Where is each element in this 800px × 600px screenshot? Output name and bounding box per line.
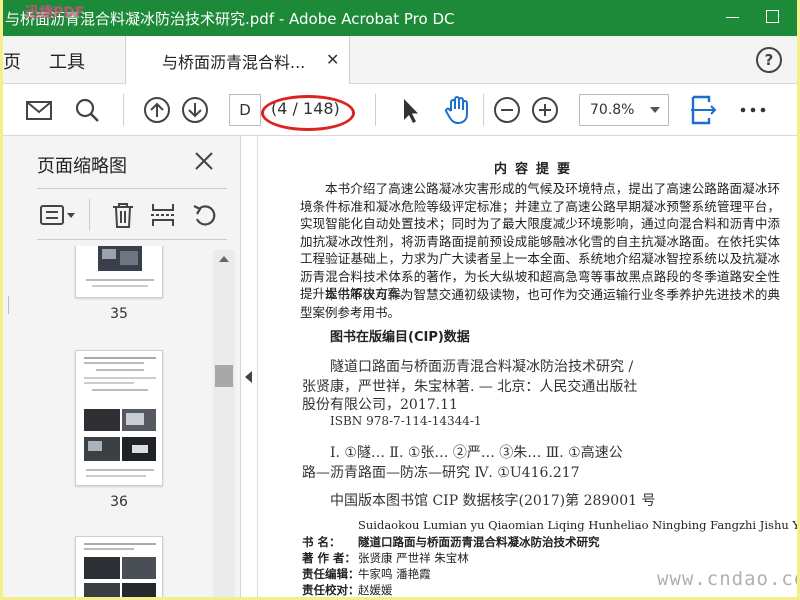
title-bar: 与桥面沥青混合料凝冰防治技术研究.pdf - Adobe Acrobat Pro… — [3, 0, 797, 36]
meta-label: 责任校对： — [302, 583, 360, 597]
collapse-panel-icon[interactable] — [245, 371, 252, 383]
highlight-ellipse — [261, 95, 355, 131]
panel-title: 页面缩略图 — [37, 156, 127, 177]
options-menu-icon[interactable] — [39, 203, 79, 231]
page-thumbnails-panel: 页面缩略图 35 36 — [3, 136, 241, 597]
summary-paragraph: 本书介绍了高速公路凝冰灾害形成的气候及环境特点，提出了高速公路路面凝冰环境条件标… — [300, 181, 780, 301]
meta-label: 书 名： — [302, 535, 341, 549]
zoom-in-icon[interactable] — [529, 94, 561, 126]
thumbnail-page-number: 36 — [110, 494, 128, 510]
thumbnail-page-number: 35 — [110, 306, 128, 322]
zoom-select[interactable]: 70.8% — [579, 94, 669, 126]
page-heading: 内容提要 — [494, 162, 579, 177]
meta-label: 责任编辑： — [302, 567, 360, 581]
logo-watermark: 迅捷PDF — [25, 5, 85, 21]
meta-label: 著 作 者： — [302, 551, 357, 565]
mail-icon[interactable] — [23, 94, 55, 126]
select-arrow-icon[interactable] — [393, 94, 425, 126]
meta-row: 责任编辑：牛家鸣 潘艳霞 — [302, 566, 431, 582]
cip-line: 张贤康，严世祥，朱宝林著. — 北京：人民交通出版社 — [302, 379, 638, 395]
thumbnail-scrollbar[interactable] — [213, 250, 235, 597]
tab-document-label: 与桥面沥青混合料... — [162, 53, 306, 72]
page-number-input[interactable]: D — [229, 94, 261, 126]
summary-paragraph: 本书不仅可作为智慧交通初级读物，也可作为交通运输行业冬季养护先进技术的典型案例参… — [300, 287, 780, 320]
fit-page-icon[interactable] — [687, 94, 719, 126]
tab-home[interactable]: 页 — [3, 48, 21, 74]
search-icon[interactable] — [71, 94, 103, 126]
panel-toolbar — [37, 188, 227, 240]
close-panel-icon[interactable] — [193, 150, 215, 172]
cip-line: 路—沥青路面—防冻—研究 Ⅳ. ①U416.217 — [302, 465, 580, 481]
previous-page-icon[interactable] — [141, 94, 173, 126]
document-view[interactable]: 内容提要 本书介绍了高速公路凝冰灾害形成的气候及环境特点，提出了高速公路路面凝冰… — [257, 136, 800, 597]
cip-line: ISBN 978-7-114-14344-1 — [330, 414, 482, 428]
close-tab-icon[interactable]: ✕ — [326, 50, 339, 69]
panel-notch — [3, 296, 9, 314]
maximize-button[interactable] — [763, 6, 783, 26]
help-icon[interactable]: ? — [756, 47, 782, 73]
zoom-out-icon[interactable] — [491, 94, 523, 126]
tab-document[interactable]: 与桥面沥青混合料... ✕ — [126, 36, 350, 84]
cip-line: 隧道口路面与桥面沥青混合料凝冰防治技术研究 / — [330, 359, 634, 375]
zoom-value: 70.8% — [590, 102, 635, 118]
tab-bar: 页 工具 与桥面沥青混合料... ✕ ? — [3, 36, 797, 84]
meta-value: 隧道口路面与桥面沥青混合料凝冰防治技术研究 — [358, 535, 600, 549]
thumbnail-page[interactable] — [75, 246, 163, 298]
meta-row: 著 作 者： 张贤康 严世祥 朱宝林 — [302, 550, 469, 566]
hand-tool-icon[interactable] — [441, 94, 473, 126]
pdf-page: 内容提要 本书介绍了高速公路凝冰灾害形成的气候及环境特点，提出了高速公路路面凝冰… — [258, 136, 800, 597]
extract-pages-icon[interactable] — [149, 201, 177, 233]
thumbnail-page[interactable] — [75, 350, 163, 486]
scroll-up-icon[interactable] — [219, 256, 229, 262]
thumbnail-page[interactable] — [75, 536, 163, 597]
cip-line: 中国版本图书馆 CIP 数据核字(2017)第 289001 号 — [330, 493, 656, 509]
panel-divider — [89, 199, 90, 231]
meta-row: 责任校对：赵媛媛 — [302, 582, 393, 597]
toolbar: D (4 / 148) 70.8% — [3, 84, 797, 136]
thumbnail-list: 35 36 — [37, 246, 213, 597]
meta-value: 牛家鸣 潘艳霞 — [358, 567, 431, 581]
more-options-icon[interactable] — [737, 94, 769, 126]
minimize-button[interactable] — [723, 6, 743, 26]
meta-value: 赵媛媛 — [358, 583, 393, 597]
cip-heading: 图书在版编目(CIP)数据 — [330, 330, 470, 345]
app-window: 与桥面沥青混合料凝冰防治技术研究.pdf - Adobe Acrobat Pro… — [0, 0, 800, 600]
toolbar-divider — [123, 94, 124, 126]
toolbar-divider — [375, 94, 376, 126]
meta-value: 张贤康 严世祥 朱宝林 — [358, 551, 469, 565]
scrollbar-handle[interactable] — [215, 365, 233, 387]
chevron-down-icon — [650, 107, 660, 113]
title-pinyin: Suidaokou Lumian yu Qiaomian Liqing Hunh… — [358, 518, 800, 532]
rotate-icon[interactable] — [191, 201, 219, 233]
tab-tools[interactable]: 工具 — [49, 48, 85, 74]
delete-icon[interactable] — [109, 201, 137, 233]
meta-row: 书 名： 隧道口路面与桥面沥青混合料凝冰防治技术研究 — [302, 534, 600, 550]
site-watermark: www.cndao.com — [657, 568, 797, 590]
next-page-icon[interactable] — [179, 94, 211, 126]
cip-line: 股份有限公司，2017.11 — [302, 397, 458, 413]
toolbar-divider — [483, 94, 484, 126]
cip-line: Ⅰ. ①隧… Ⅱ. ①张… ②严… ③朱… Ⅲ. ①高速公 — [330, 445, 623, 461]
